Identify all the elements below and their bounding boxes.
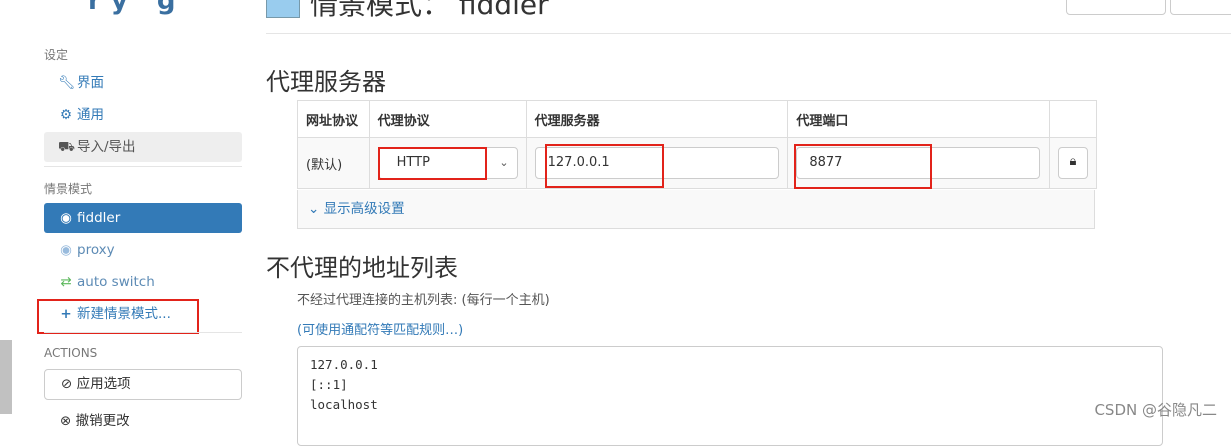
lock-cell: 🔒︎ — [1048, 137, 1098, 189]
chevron-down-icon: ⌄ — [499, 156, 509, 169]
list-item: localhost — [310, 397, 378, 412]
x-circle-icon: ⊗ — [60, 413, 72, 429]
plus-icon: + — [60, 306, 72, 322]
gear-icon: ⚙ — [59, 107, 73, 123]
sidebar-item-label: proxy — [77, 242, 115, 258]
title-divider — [266, 33, 1231, 34]
switch-icon: ⇄ — [60, 274, 72, 290]
sidebar-item-label: 通用 — [77, 107, 104, 123]
advanced-settings-link[interactable]: ⌄ 显示高级设置 — [297, 190, 1095, 229]
sidebar-divider — [44, 332, 242, 333]
sidebar-item-interface[interactable]: 🔧︎ 界面 — [44, 68, 242, 98]
settings-heading: 设定 — [44, 48, 69, 62]
server-cell: 127.0.0.1 — [525, 137, 789, 189]
flowchart-icon: ⛟ — [58, 139, 75, 155]
advanced-settings-label: 显示高级设置 — [323, 201, 405, 217]
check-circle-icon: ⊘ — [61, 376, 73, 392]
col-header-port: 代理端口 — [787, 100, 1050, 138]
page-title: 情景模式： fiddler — [266, 0, 549, 23]
table-row: (默认) HTTP ⌄ 127.0.0.1 8877 🔒︎ — [297, 137, 1098, 189]
wrench-icon: 🔧︎ — [58, 75, 76, 91]
watermark: CSDN @谷隐凡二 — [1094, 401, 1217, 419]
sidebar-item-import-export[interactable]: ⛟ 导入/导出 — [44, 132, 242, 162]
page-title-text: 情景模式： fiddler — [310, 0, 549, 21]
sidebar-divider — [44, 166, 242, 167]
col-header-protocol: 代理协议 — [368, 100, 527, 138]
sidebar-item-auto-switch[interactable]: ⇄ auto switch — [44, 267, 242, 297]
actions-heading: ACTIONS — [44, 346, 98, 360]
col-header-scheme: 网址协议 — [297, 100, 370, 138]
bypass-help-text: 不经过代理连接的主机列表: (每行一个主机) — [297, 293, 550, 308]
globe-icon: ◉ — [60, 210, 72, 226]
discard-changes-link[interactable]: ⊗ 撤销更改 — [60, 409, 130, 429]
bypass-list-heading: 不代理的地址列表 — [266, 254, 458, 282]
sidebar-item-label: 界面 — [77, 75, 104, 91]
sidebar-item-label: fiddler — [77, 210, 121, 226]
new-profile-button[interactable]: + 新建情景模式... — [44, 299, 242, 329]
sidebar-item-proxy[interactable]: ◉ proxy — [44, 235, 242, 265]
app-title-fragment: ry g — [88, 0, 186, 16]
apply-options-button[interactable]: ⊘ 应用选项 — [44, 369, 242, 400]
lock-icon[interactable]: 🔒︎ — [1057, 147, 1088, 179]
wildcard-rules-link[interactable]: (可使用通配符等匹配规则…) — [297, 319, 463, 338]
main-content: 情景模式： fiddler 代理服务器 网址协议 代理协议 代理服务器 代理端口… — [258, 0, 1231, 446]
scheme-cell: (默认) — [297, 137, 370, 189]
proxy-servers-heading: 代理服务器 — [266, 68, 386, 96]
sidebar-item-fiddler[interactable]: ◉ fiddler — [44, 203, 242, 233]
chevron-down-icon: ⌄ — [308, 201, 320, 217]
top-action-button[interactable] — [1066, 0, 1166, 15]
profile-color-swatch[interactable] — [266, 0, 300, 18]
list-item: 127.0.0.1 — [310, 357, 378, 372]
sidebar-item-label: 导入/导出 — [77, 139, 136, 155]
protocol-value: HTTP — [396, 155, 430, 170]
protocol-select[interactable]: HTTP ⌄ — [377, 147, 518, 179]
sidebar-item-label: auto switch — [77, 274, 155, 290]
sidebar-item-general[interactable]: ⚙ 通用 — [44, 100, 242, 130]
sidebar: ry g 设定 🔧︎ 界面 ⚙ 通用 ⛟ 导入/导出 情景模式 ◉ fiddler ◉ p… — [0, 0, 258, 430]
proxy-server-input[interactable]: 127.0.0.1 — [534, 147, 779, 179]
globe-icon: ◉ — [60, 242, 72, 258]
col-header-server: 代理服务器 — [525, 100, 789, 138]
bypass-list-textarea[interactable]: 127.0.0.1 [::1] localhost — [297, 346, 1163, 446]
scrollbar-thumb[interactable] — [0, 340, 12, 414]
discard-changes-label: 撤销更改 — [75, 413, 130, 429]
protocol-cell: HTTP ⌄ — [368, 137, 527, 189]
new-profile-label: 新建情景模式... — [77, 306, 171, 322]
port-cell: 8877 — [787, 137, 1050, 189]
proxy-table: 网址协议 代理协议 代理服务器 代理端口 (默认) HTTP ⌄ 127.0.0… — [297, 100, 1098, 189]
top-action-button[interactable] — [1170, 0, 1231, 15]
proxy-port-input[interactable]: 8877 — [796, 147, 1041, 179]
apply-options-label: 应用选项 — [76, 376, 131, 392]
col-header-lock — [1048, 100, 1098, 138]
profiles-heading: 情景模式 — [44, 182, 93, 196]
list-item: [::1] — [310, 377, 348, 392]
